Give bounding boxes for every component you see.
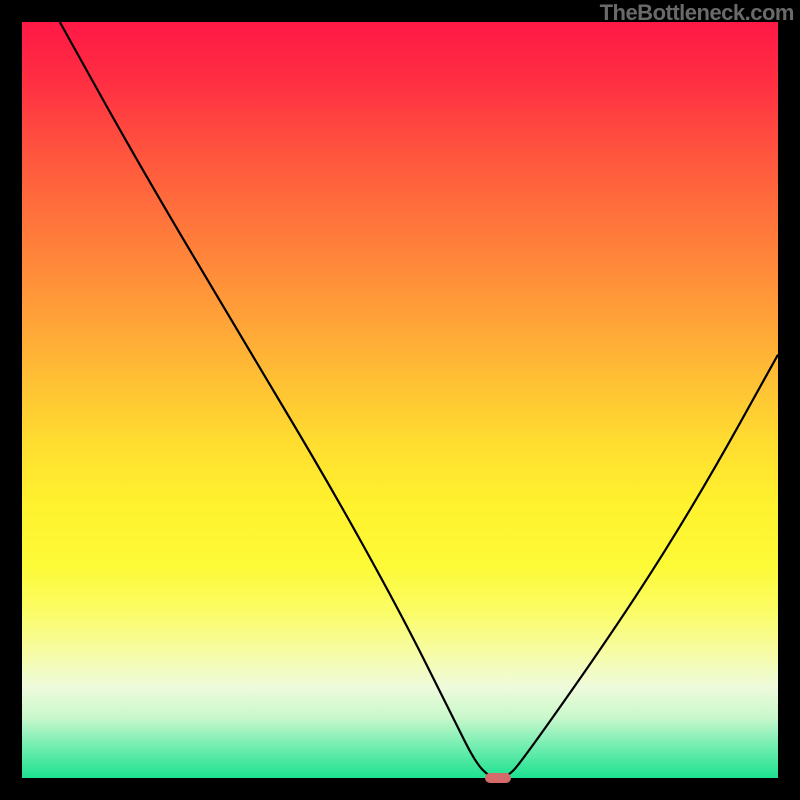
watermark-text: TheBottleneck.com [600,0,794,26]
optimal-marker [485,773,511,783]
plot-area [22,22,778,778]
chart-frame: TheBottleneck.com [0,0,800,800]
